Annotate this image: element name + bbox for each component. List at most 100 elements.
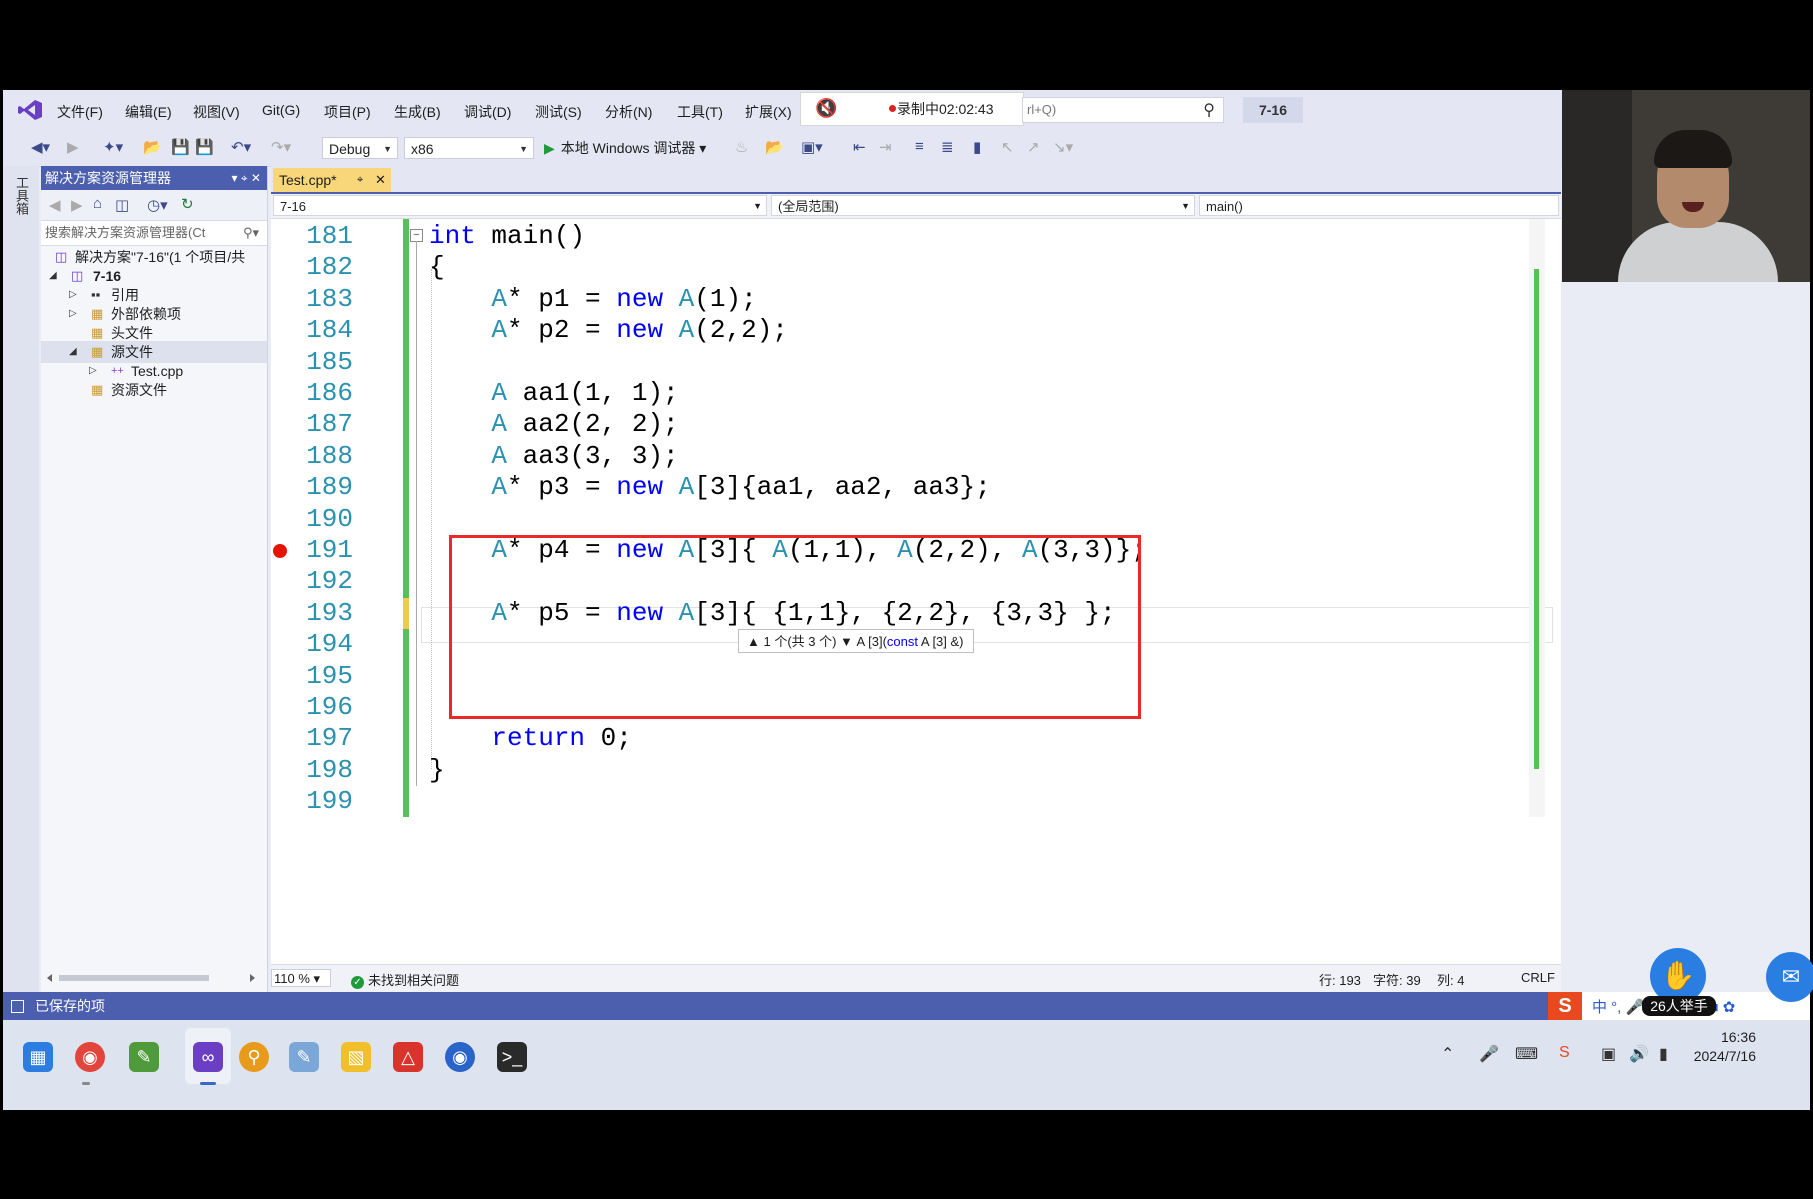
menu-test[interactable]: 测试(S)	[535, 102, 582, 122]
hot-reload-icon[interactable]: ♨	[735, 138, 748, 156]
menu-build[interactable]: 生成(B)	[394, 102, 441, 122]
step-over-icon[interactable]: ⇥	[879, 138, 892, 156]
code-line[interactable]: {	[429, 252, 445, 282]
network-icon[interactable]: ▣	[1601, 1044, 1616, 1064]
paint-icon[interactable]: ✎	[289, 1042, 319, 1072]
member-nav-select[interactable]: main()	[1199, 195, 1559, 216]
browse-icon[interactable]: 📂	[765, 138, 784, 156]
menu-extensions[interactable]: 扩展(X)	[745, 102, 792, 122]
desktop-screen: 文件(F) 编辑(E) 视图(V) Git(G) 项目(P) 生成(B) 调试(…	[3, 90, 1810, 1110]
code-line[interactable]: A* p2 = new A(2,2);	[429, 315, 787, 345]
code-line[interactable]: A* p1 = new A(1);	[429, 284, 756, 314]
prev-bookmark-icon[interactable]: ↖	[1001, 138, 1014, 156]
start-debugging-button[interactable]: ▶ 本地 Windows 调试器 ▾	[544, 138, 706, 158]
code-view[interactable]: − 181 int main() 182{183 A* p1 = new A(1);…	[271, 219, 1561, 964]
home-icon[interactable]: ⌂	[93, 195, 102, 212]
back-icon[interactable]: ◀▾	[31, 138, 50, 156]
step-icon[interactable]: ⇤	[853, 138, 866, 156]
pdf-reader-icon[interactable]: △	[393, 1042, 423, 1072]
vertical-scrollbar[interactable]	[1529, 219, 1545, 817]
code-line[interactable]: return 0;	[429, 723, 631, 753]
code-line[interactable]: int main()	[429, 221, 585, 251]
pin-icon[interactable]: ⌖	[357, 168, 363, 192]
terminal-icon[interactable]: >_	[497, 1042, 527, 1072]
col-indicator[interactable]: 列: 4	[1437, 970, 1464, 989]
close-icon[interactable]: ✕	[375, 168, 386, 192]
issues-indicator[interactable]: ✓ 未找到相关问题	[351, 970, 459, 989]
open-file-icon[interactable]: 📂	[143, 138, 162, 156]
code-line[interactable]: A* p3 = new A[3]{aa1, aa2, aa3};	[429, 472, 990, 502]
solution-name-badge[interactable]: 7-16	[1243, 97, 1303, 123]
raise-hand-count[interactable]: 26人举手	[1642, 996, 1716, 1016]
config-select[interactable]: Debug ▼	[322, 137, 398, 159]
chat-icon[interactable]: ✉	[1766, 952, 1813, 1002]
project-nav-select[interactable]: 7-16 ▼	[273, 195, 767, 216]
redo-icon[interactable]: ↷▾	[271, 138, 291, 156]
microphone-icon[interactable]: 🎤	[1479, 1044, 1499, 1064]
code-line[interactable]: }	[429, 755, 445, 785]
back-icon[interactable]: ◀	[49, 196, 61, 214]
toolbox-tab[interactable]: 工具箱	[3, 166, 39, 992]
notepad-icon[interactable]: ✎	[129, 1042, 159, 1072]
scope-nav-select[interactable]: (全局范围) ▼	[771, 195, 1195, 216]
start-icon[interactable]: ▦	[23, 1042, 53, 1072]
forward-icon[interactable]: ▶	[67, 138, 79, 156]
save-icon[interactable]: 💾	[171, 138, 190, 156]
search-icon[interactable]: ⚲	[1203, 100, 1215, 120]
menu-project[interactable]: 项目(P)	[324, 102, 371, 122]
pane-controls[interactable]: ▾ ⌖ ✕	[231, 166, 261, 190]
sogou-ime-icon[interactable]: S	[1548, 992, 1582, 1020]
forward-icon[interactable]: ▶	[71, 196, 83, 214]
tray-overflow-icon[interactable]: ⌃	[1441, 1044, 1454, 1064]
undo-icon[interactable]: ↶▾	[231, 138, 251, 156]
system-clock[interactable]: 16:36 2024/7/16	[1694, 1028, 1756, 1066]
menu-analyze[interactable]: 分析(N)	[605, 102, 652, 122]
input-method-icon[interactable]: ⌨	[1515, 1044, 1538, 1064]
search-app-icon[interactable]: ⚲	[239, 1042, 269, 1072]
new-item-icon[interactable]: ✦▾	[103, 138, 123, 156]
sync-icon[interactable]: ↻	[181, 195, 194, 213]
curtain	[1562, 90, 1632, 282]
line-indicator[interactable]: 行: 193	[1319, 970, 1361, 989]
overload-counter[interactable]: ▲ 1 个(共 3 个) ▼	[747, 634, 853, 649]
parameter-info-tooltip[interactable]: ▲ 1 个(共 3 个) ▼ A [3](const A [3] &)	[738, 629, 974, 653]
solution-explorer-toolbar: ◀ ▶ ⌂ ◫ ◷▾ ↻	[41, 190, 267, 220]
code-line[interactable]: A aa2(2, 2);	[429, 409, 678, 439]
menu-view[interactable]: 视图(V)	[193, 102, 240, 122]
menu-file[interactable]: 文件(F)	[57, 102, 103, 122]
code-line[interactable]: A aa1(1, 1);	[429, 378, 678, 408]
switch-views-icon[interactable]: ◫	[115, 196, 129, 214]
search-icon[interactable]: ⚲▾	[243, 221, 259, 245]
platform-select[interactable]: x86 ▼	[404, 137, 534, 159]
horizontal-scrollbar[interactable]	[45, 972, 257, 984]
tab-test-cpp[interactable]: Test.cpp* ⌖ ✕	[273, 168, 391, 192]
battery-icon[interactable]: ▮	[1659, 1044, 1668, 1064]
code-line[interactable]: A aa3(3, 3);	[429, 441, 678, 471]
save-all-icon[interactable]: 💾	[195, 138, 214, 156]
solution-search-input[interactable]: 搜索解决方案资源管理器(Ct ⚲▾	[41, 220, 267, 246]
menu-debug[interactable]: 调试(D)	[464, 102, 511, 122]
next-bookmark-icon[interactable]: ↗	[1027, 138, 1040, 156]
bookmark-icon[interactable]: ▮	[973, 138, 981, 156]
clear-bookmarks-icon[interactable]: ↘▾	[1053, 138, 1073, 156]
browser-icon[interactable]: ◉	[445, 1042, 475, 1072]
chrome-icon[interactable]: ◉	[75, 1042, 105, 1072]
volume-icon[interactable]: 🔊	[1629, 1044, 1649, 1064]
char-indicator[interactable]: 字符: 39	[1373, 970, 1421, 989]
search-input[interactable]: rl+Q) ⚲	[1022, 97, 1224, 123]
menu-git[interactable]: Git(G)	[262, 102, 300, 118]
menu-edit[interactable]: 编辑(E)	[125, 102, 172, 122]
pending-changes-icon[interactable]: ◷▾	[147, 196, 168, 214]
screenshot-icon[interactable]: ▣▾	[801, 138, 823, 156]
muted-speaker-icon[interactable]: 🔇	[815, 98, 837, 119]
visual-studio-icon[interactable]: ∞	[193, 1042, 223, 1072]
sogou-tray-icon[interactable]: S	[1559, 1044, 1570, 1062]
line-ending-indicator[interactable]: CRLF	[1521, 970, 1555, 985]
breakpoint-icon[interactable]	[273, 544, 287, 558]
comment-icon[interactable]: ≡	[915, 138, 924, 155]
menu-tools[interactable]: 工具(T)	[677, 102, 723, 122]
zoom-select[interactable]: 110 % ▾	[271, 969, 331, 987]
uncomment-icon[interactable]: ≣	[941, 138, 954, 156]
file-explorer-icon[interactable]: ▧	[341, 1042, 371, 1072]
tree-item-resource-files[interactable]: ▦ 资源文件	[41, 379, 267, 401]
